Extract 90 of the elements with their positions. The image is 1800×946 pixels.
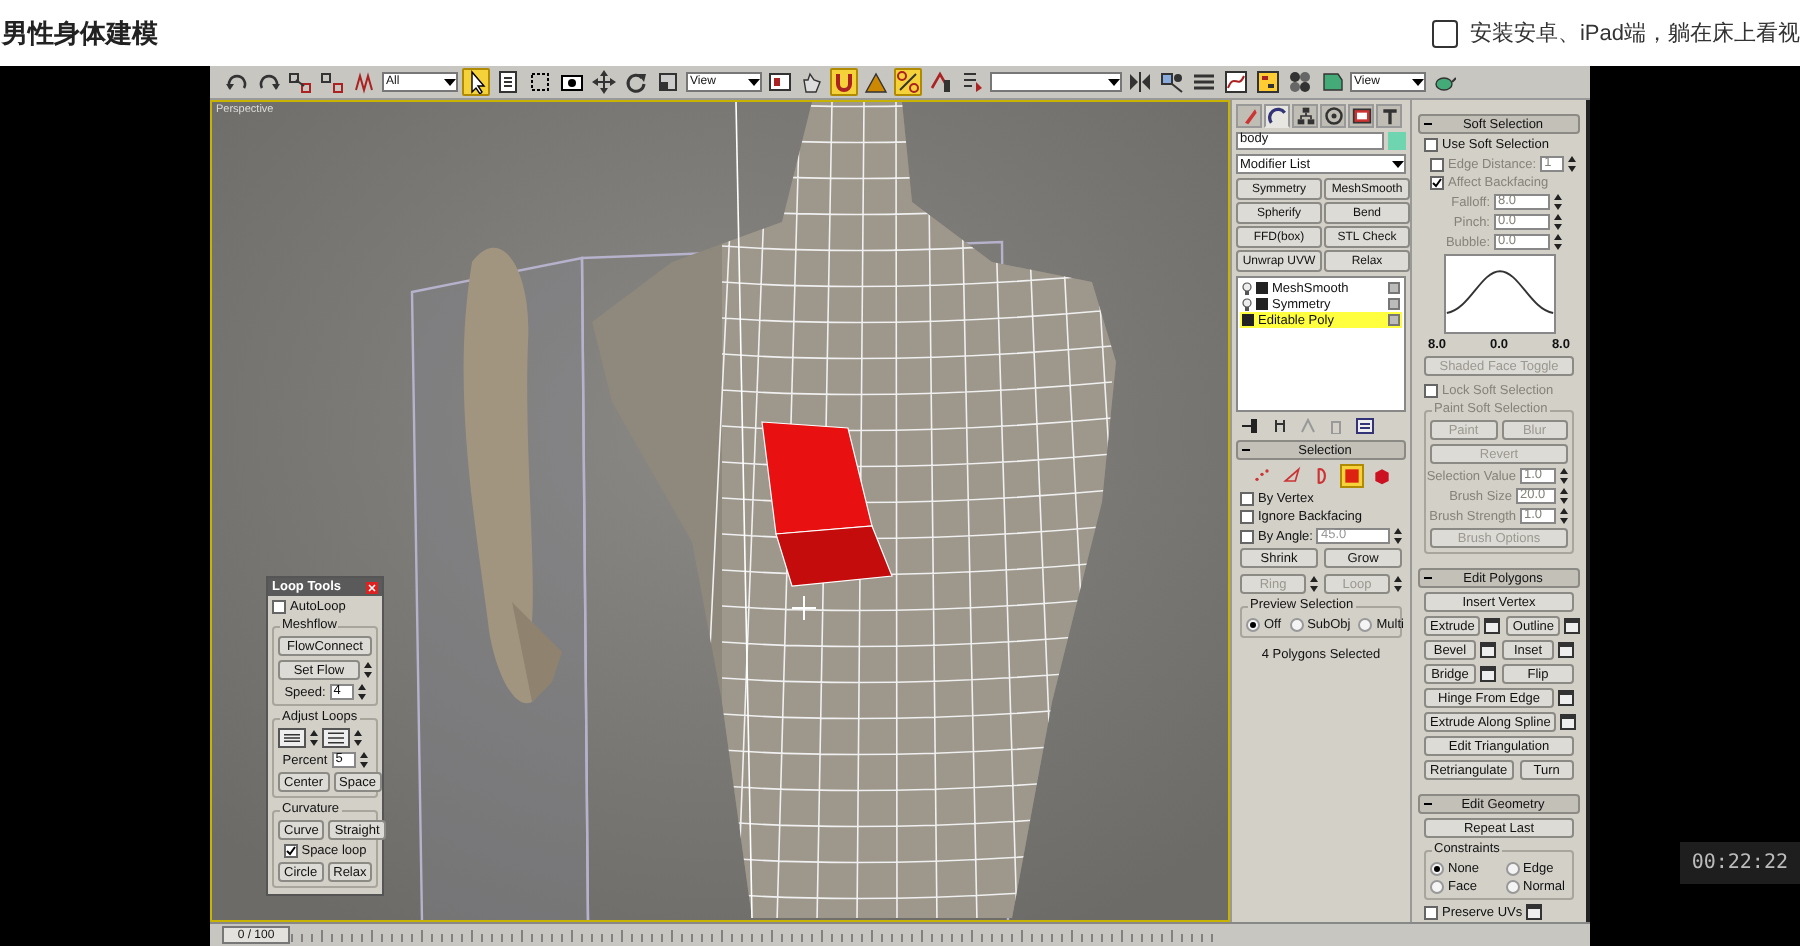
- spinner-icon[interactable]: [364, 662, 372, 678]
- scale-button[interactable]: [654, 68, 682, 96]
- fork-icon[interactable]: [1272, 418, 1288, 434]
- selection-level-button[interactable]: [1279, 464, 1303, 488]
- spring-button[interactable]: [350, 68, 378, 96]
- checkbox[interactable]: [1430, 176, 1444, 190]
- settings-icon[interactable]: [1480, 666, 1496, 682]
- radio-button[interactable]: [1430, 862, 1444, 876]
- selection-level-button[interactable]: [1369, 464, 1393, 488]
- object-color-swatch[interactable]: [1388, 132, 1406, 150]
- settings-icon[interactable]: [1560, 714, 1577, 730]
- polygon-icon: [1341, 466, 1361, 486]
- caret-icon: [444, 76, 456, 88]
- pin-icon[interactable]: [1242, 418, 1260, 434]
- settings-icon[interactable]: [1480, 642, 1496, 658]
- create-icon: [1239, 106, 1259, 126]
- checkbox[interactable]: [283, 844, 298, 858]
- list-button[interactable]: [494, 68, 522, 96]
- lightbulb-icon[interactable]: [1242, 281, 1252, 295]
- checkbox[interactable]: [1424, 384, 1438, 398]
- panel-tab[interactable]: [1376, 104, 1402, 128]
- panel-tab[interactable]: [1264, 104, 1290, 128]
- spinner-icon[interactable]: [1554, 214, 1562, 230]
- panel-tab[interactable]: [1292, 104, 1318, 128]
- utilities-icon: [1379, 106, 1399, 126]
- cursor-button[interactable]: [462, 68, 490, 96]
- spinner-icon[interactable]: [1554, 234, 1562, 250]
- falloff-curve-graph: [1443, 254, 1555, 334]
- radio-button[interactable]: [1289, 618, 1304, 632]
- settings-icon[interactable]: [1558, 642, 1574, 658]
- pivot-button[interactable]: [766, 68, 794, 96]
- spinner-icon[interactable]: [1560, 488, 1568, 504]
- video-title: 男性身体建模: [0, 15, 158, 51]
- spinner-icon[interactable]: [310, 730, 318, 746]
- selection-set-button[interactable]: [958, 68, 986, 96]
- lines-icon[interactable]: [278, 728, 306, 748]
- settings-icon[interactable]: [1484, 618, 1501, 634]
- lightbulb-icon[interactable]: [1242, 297, 1252, 311]
- caret-icon: [1108, 76, 1120, 88]
- checkbox-label: 安装安卓、iPad端，躺在床上看视: [1469, 19, 1800, 48]
- unlink-button[interactable]: [318, 68, 346, 96]
- settings-icon[interactable]: [1564, 618, 1581, 634]
- lines-icon[interactable]: [322, 728, 350, 748]
- spinner-icon[interactable]: [1394, 528, 1402, 544]
- spinner-icon[interactable]: [354, 730, 362, 746]
- curve-editor-button[interactable]: [1222, 68, 1250, 96]
- motion-icon: [1323, 106, 1343, 126]
- checkbox[interactable]: [1424, 905, 1438, 919]
- edge-icon: [1281, 466, 1301, 486]
- configure-icon[interactable]: [1356, 418, 1374, 434]
- vertex-icon: [1251, 466, 1271, 486]
- settings-icon[interactable]: [1526, 904, 1543, 920]
- display-icon: [1351, 106, 1371, 126]
- percent-button[interactable]: [894, 68, 922, 96]
- checkbox[interactable]: [1431, 19, 1458, 47]
- magnet-button[interactable]: [830, 68, 858, 96]
- caret-icon: [1412, 76, 1424, 88]
- video-timestamp: 00:22:22: [1679, 842, 1800, 884]
- radio-button[interactable]: [1358, 618, 1373, 632]
- checkbox[interactable]: [1424, 138, 1438, 152]
- caret-icon: [748, 76, 760, 88]
- checkbox[interactable]: [1240, 529, 1254, 543]
- spinner-icon[interactable]: [1554, 194, 1562, 210]
- spinner-icon[interactable]: [1560, 508, 1568, 524]
- radio-button[interactable]: [1505, 862, 1519, 876]
- link-button[interactable]: [286, 68, 314, 96]
- radio-button[interactable]: [1505, 880, 1519, 894]
- mirror-button[interactable]: [1126, 68, 1154, 96]
- modify-icon: [1267, 106, 1287, 126]
- caret-icon: [1392, 158, 1404, 170]
- checkbox[interactable]: [1240, 492, 1254, 506]
- element-icon: [1371, 466, 1391, 486]
- radio-button[interactable]: [1246, 618, 1260, 632]
- close-icon[interactable]: [366, 581, 378, 593]
- panel-tab[interactable]: [1348, 104, 1374, 128]
- rectangle-button[interactable]: [526, 68, 554, 96]
- rotate-button[interactable]: [622, 68, 650, 96]
- checkbox[interactable]: [1240, 510, 1254, 524]
- checkbox[interactable]: [272, 600, 286, 614]
- move-button[interactable]: [590, 68, 618, 96]
- panel-tab[interactable]: [1320, 104, 1346, 128]
- dropdown[interactable]: [990, 72, 1122, 92]
- selection-level-button[interactable]: [1339, 464, 1363, 488]
- settings-icon[interactable]: [1558, 690, 1574, 706]
- spheres-button[interactable]: [1286, 68, 1314, 96]
- spinner-icon[interactable]: [1560, 468, 1568, 484]
- align-button[interactable]: [1158, 68, 1186, 96]
- radio-button[interactable]: [1430, 880, 1444, 894]
- hierarchy-icon: [1295, 106, 1315, 126]
- schematic-button[interactable]: [1254, 68, 1282, 96]
